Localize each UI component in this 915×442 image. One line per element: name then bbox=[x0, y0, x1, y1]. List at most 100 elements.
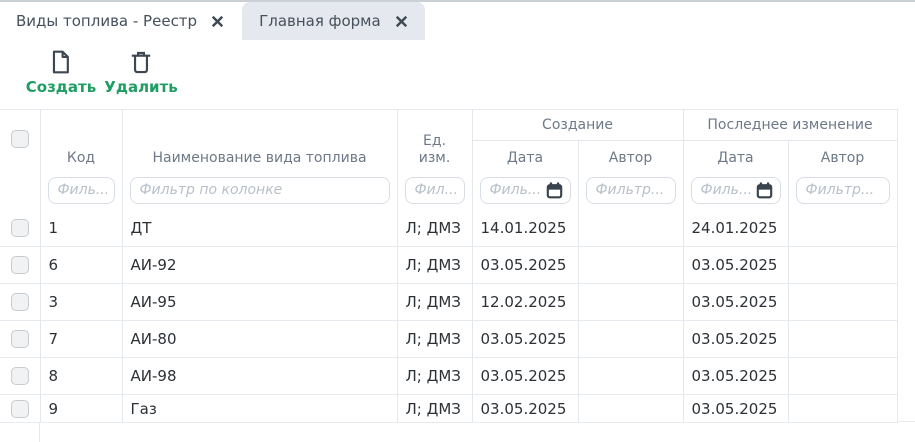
cell-unit: Л; ДМЗ bbox=[397, 247, 472, 284]
table-row[interactable]: 1 ДТ Л; ДМЗ 14.01.2025 24.01.2025 bbox=[0, 210, 897, 247]
toolbar: Создать Удалить bbox=[0, 40, 915, 109]
row-checkbox[interactable] bbox=[11, 293, 29, 311]
cell-name: Газ bbox=[122, 395, 397, 423]
cell-name: АИ-95 bbox=[122, 284, 397, 321]
cell-name: АИ-80 bbox=[122, 321, 397, 358]
cell-created-author bbox=[578, 284, 683, 321]
cell-modified-date: 03.05.2025 bbox=[683, 321, 788, 358]
row-checkbox-cell bbox=[0, 358, 40, 395]
create-button[interactable]: Создать bbox=[26, 49, 96, 96]
cell-code: 6 bbox=[40, 247, 122, 284]
cell-modified-date: 24.01.2025 bbox=[683, 210, 788, 247]
cell-modified-author bbox=[788, 395, 897, 423]
calendar-icon[interactable] bbox=[546, 182, 563, 199]
column-header-modified-date: Дата bbox=[683, 141, 788, 210]
row-checkbox[interactable] bbox=[11, 256, 29, 274]
filter-modified-author-input[interactable] bbox=[796, 177, 890, 204]
column-group-created: Создание bbox=[472, 110, 683, 141]
cell-unit: Л; ДМЗ bbox=[397, 321, 472, 358]
cell-code: 9 bbox=[40, 395, 122, 423]
filter-modified-date-input[interactable] bbox=[691, 177, 781, 204]
row-checkbox[interactable] bbox=[11, 400, 29, 418]
tab-close-icon[interactable] bbox=[211, 15, 224, 28]
cell-created-author bbox=[578, 358, 683, 395]
new-document-icon bbox=[48, 49, 74, 75]
row-checkbox[interactable] bbox=[11, 367, 29, 385]
column-header-unit: Ед. изм. bbox=[397, 110, 472, 210]
select-all-cell bbox=[0, 110, 40, 210]
row-checkbox[interactable] bbox=[11, 330, 29, 348]
cell-created-date: 12.02.2025 bbox=[472, 284, 578, 321]
column-header-code: Код bbox=[40, 110, 122, 210]
cell-modified-author bbox=[788, 210, 897, 247]
select-all-checkbox[interactable] bbox=[11, 130, 29, 148]
delete-button-label: Удалить bbox=[104, 78, 177, 96]
cell-created-date: 03.05.2025 bbox=[472, 358, 578, 395]
tab-label: Главная форма bbox=[259, 12, 381, 30]
row-checkbox-cell bbox=[0, 321, 40, 358]
filter-unit-input[interactable] bbox=[405, 177, 465, 204]
cell-modified-date: 03.05.2025 bbox=[683, 395, 788, 423]
cell-created-date: 03.05.2025 bbox=[472, 395, 578, 423]
cell-unit: Л; ДМЗ bbox=[397, 210, 472, 247]
tab-main-form[interactable]: Главная форма bbox=[242, 2, 425, 40]
column-divider-tail bbox=[39, 422, 40, 442]
cell-created-date: 03.05.2025 bbox=[472, 321, 578, 358]
cell-name: ДТ bbox=[122, 210, 397, 247]
column-header-created-author: Автор bbox=[578, 141, 683, 210]
cell-unit: Л; ДМЗ bbox=[397, 358, 472, 395]
fuel-types-table: Код Наименование вида топлива bbox=[0, 109, 898, 423]
cell-created-author bbox=[578, 247, 683, 284]
cell-unit: Л; ДМЗ bbox=[397, 284, 472, 321]
calendar-icon[interactable] bbox=[756, 182, 773, 199]
cell-name: АИ-98 bbox=[122, 358, 397, 395]
filter-input[interactable] bbox=[490, 182, 543, 198]
cell-modified-author bbox=[788, 284, 897, 321]
filter-code-input[interactable] bbox=[48, 177, 115, 204]
cell-code: 7 bbox=[40, 321, 122, 358]
table-row[interactable]: 9 Газ Л; ДМЗ 03.05.2025 03.05.2025 bbox=[0, 395, 897, 423]
tab-close-icon[interactable] bbox=[395, 15, 408, 28]
table-row[interactable]: 6 АИ-92 Л; ДМЗ 03.05.2025 03.05.2025 bbox=[0, 247, 897, 284]
delete-button[interactable]: Удалить bbox=[106, 49, 176, 96]
cell-code: 3 bbox=[40, 284, 122, 321]
cell-created-author bbox=[578, 321, 683, 358]
row-checkbox-cell bbox=[0, 210, 40, 247]
cell-code: 1 bbox=[40, 210, 122, 247]
cell-name: АИ-92 bbox=[122, 247, 397, 284]
table-bottom-border bbox=[897, 421, 915, 422]
tab-fuel-types-registry[interactable]: Виды топлива - Реестр bbox=[0, 2, 239, 40]
create-button-label: Создать bbox=[26, 78, 96, 96]
row-checkbox-cell bbox=[0, 247, 40, 284]
filter-input[interactable] bbox=[140, 182, 382, 198]
filter-created-author-input[interactable] bbox=[586, 177, 676, 204]
cell-modified-author bbox=[788, 247, 897, 284]
table-row[interactable]: 3 АИ-95 Л; ДМЗ 12.02.2025 03.05.2025 bbox=[0, 284, 897, 321]
table-row[interactable]: 8 АИ-98 Л; ДМЗ 03.05.2025 03.05.2025 bbox=[0, 358, 897, 395]
cell-modified-author bbox=[788, 358, 897, 395]
row-checkbox-cell bbox=[0, 395, 40, 423]
cell-unit: Л; ДМЗ bbox=[397, 395, 472, 423]
cell-modified-date: 03.05.2025 bbox=[683, 284, 788, 321]
filter-input[interactable] bbox=[596, 182, 668, 198]
row-checkbox[interactable] bbox=[11, 219, 29, 237]
filter-input[interactable] bbox=[415, 182, 457, 198]
cell-created-date: 03.05.2025 bbox=[472, 247, 578, 284]
column-group-modified: Последнее изменение bbox=[683, 110, 897, 141]
cell-code: 8 bbox=[40, 358, 122, 395]
column-header-name: Наименование вида топлива bbox=[122, 110, 397, 210]
filter-name-input[interactable] bbox=[130, 177, 390, 204]
cell-created-date: 14.01.2025 bbox=[472, 210, 578, 247]
trash-icon bbox=[128, 49, 154, 75]
tab-label: Виды топлива - Реестр bbox=[16, 12, 197, 30]
table-row[interactable]: 7 АИ-80 Л; ДМЗ 03.05.2025 03.05.2025 bbox=[0, 321, 897, 358]
filter-input[interactable] bbox=[806, 182, 882, 198]
cell-modified-author bbox=[788, 321, 897, 358]
filter-input[interactable] bbox=[58, 182, 107, 198]
cell-created-author bbox=[578, 210, 683, 247]
tab-bar: Виды топлива - Реестр Главная форма bbox=[0, 2, 915, 40]
cell-created-author bbox=[578, 395, 683, 423]
filter-input[interactable] bbox=[701, 182, 753, 198]
filter-created-date-input[interactable] bbox=[480, 177, 571, 204]
table-body: 1 ДТ Л; ДМЗ 14.01.2025 24.01.2025 6 АИ-9… bbox=[0, 210, 897, 423]
